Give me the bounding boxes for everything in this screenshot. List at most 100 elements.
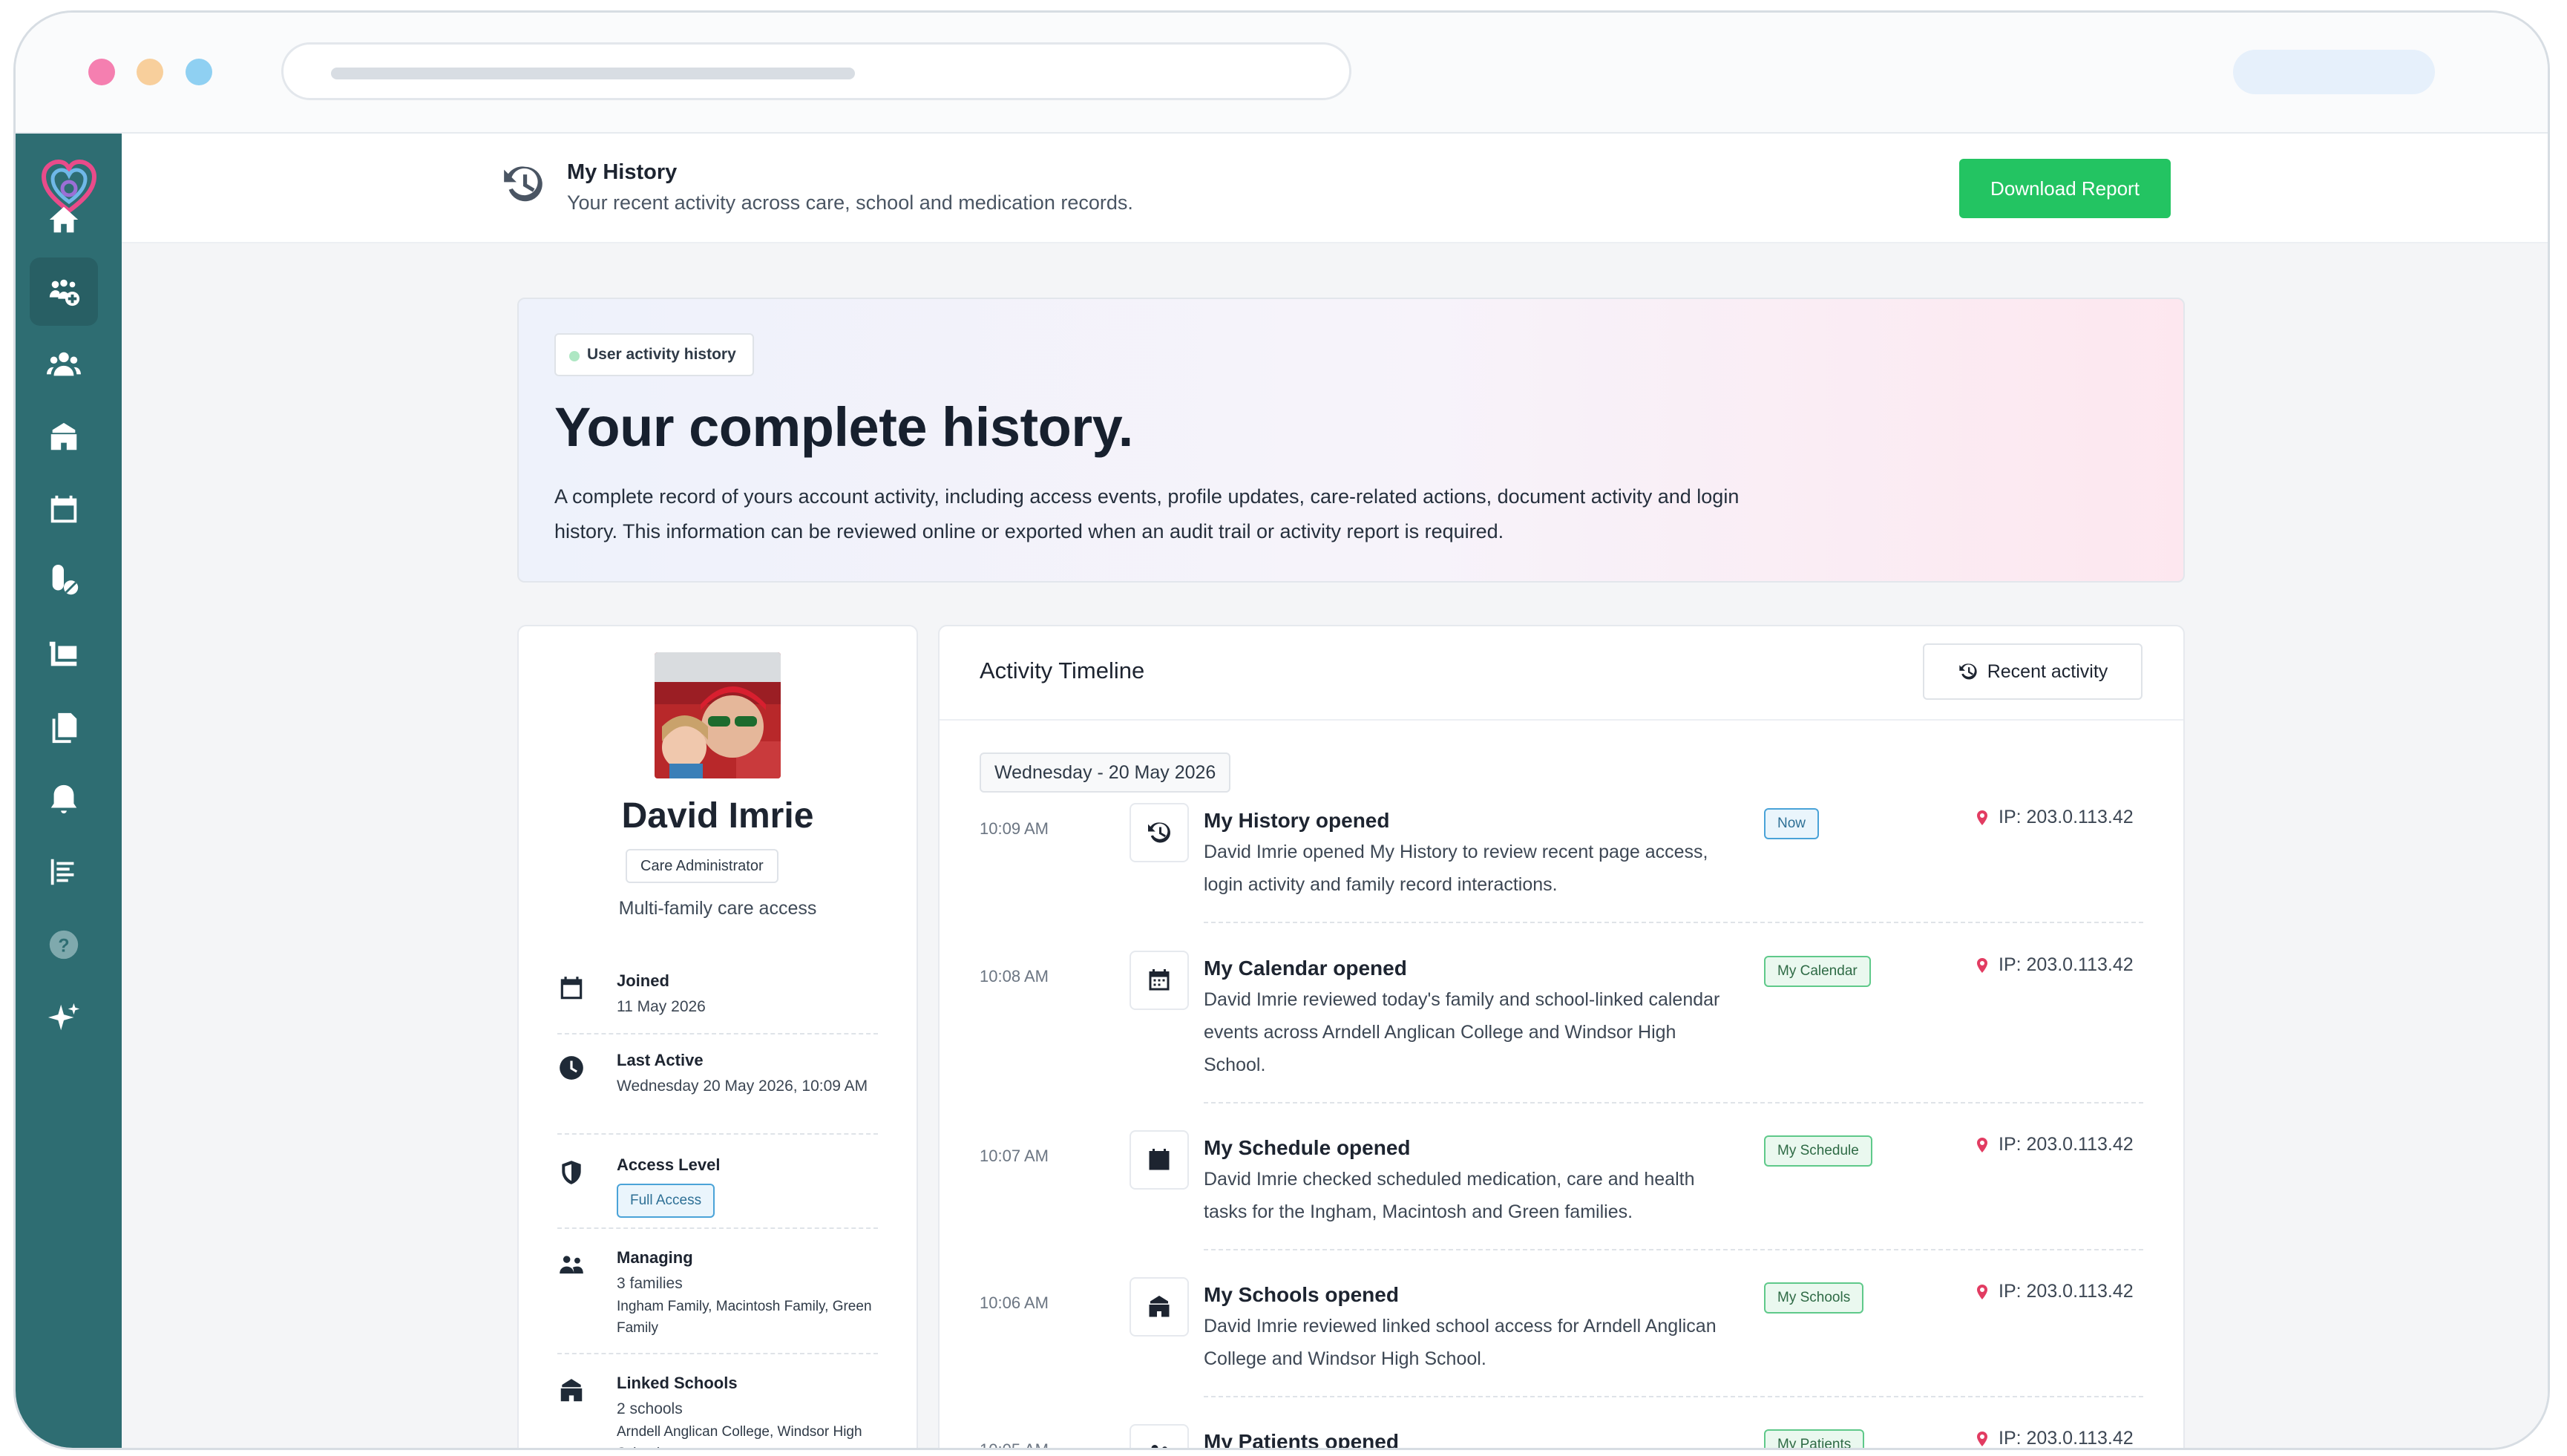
minimize-window-dot[interactable] <box>137 59 163 85</box>
activity-history-chip: User activity history <box>554 333 754 376</box>
documents-icon <box>52 712 77 744</box>
access-summary: Multi-family care access <box>618 898 817 919</box>
school-icon <box>557 1377 586 1405</box>
event-ip-text: IP: 203.0.113.42 <box>1999 1428 2134 1449</box>
clock-icon <box>557 1054 586 1082</box>
divider <box>557 1133 878 1135</box>
full-access-badge: Full Access <box>617 1184 715 1218</box>
linked-schools-row: Linked Schools 2 schools Arndell Anglica… <box>557 1374 878 1448</box>
history-icon <box>1959 663 1977 680</box>
managing-label: Managing <box>617 1248 693 1267</box>
download-report-button[interactable]: Download Report <box>1959 159 2171 218</box>
divider <box>557 1353 878 1354</box>
sidebar: ? <box>16 134 122 1448</box>
divider <box>557 1227 878 1229</box>
shield-icon <box>557 1158 586 1187</box>
event-divider <box>1204 1249 2143 1250</box>
main-content: User activity history Your complete hist… <box>122 243 2548 1450</box>
nav-home[interactable] <box>30 186 98 254</box>
page-title: My History <box>567 160 678 184</box>
event-tag: My Schools <box>1764 1282 1864 1314</box>
event-tag: Now <box>1764 808 1820 839</box>
nav-schools[interactable] <box>30 403 98 471</box>
nav-patients[interactable] <box>30 330 98 399</box>
event-ip: IP: 203.0.113.42 <box>1973 1134 2134 1155</box>
event-description: David Imrie reviewed linked school acces… <box>1204 1316 1717 1369</box>
families-icon <box>557 1251 586 1279</box>
recent-activity-label: Recent activity <box>1987 660 2108 682</box>
hero-description: A complete record of yours account activ… <box>554 485 1740 542</box>
nav-medication[interactable] <box>30 548 98 616</box>
page-header: My History Your recent activity across c… <box>122 134 2548 243</box>
event-title: My Calendar opened <box>1204 957 1407 980</box>
event-description: David Imrie opened My History to review … <box>1204 842 1708 895</box>
patients-icon <box>47 352 81 376</box>
nav-reports[interactable] <box>30 838 98 906</box>
event-title: My Patients opened <box>1204 1430 1399 1450</box>
event-time: 10:06 AM <box>980 1293 1049 1312</box>
maximize-window-dot[interactable] <box>186 59 212 85</box>
address-bar[interactable] <box>281 42 1351 100</box>
patients-icon <box>1130 1424 1189 1448</box>
date-label: Wednesday - 20 May 2026 <box>980 752 1231 793</box>
timeline-title: Activity Timeline <box>980 658 1145 683</box>
add-family-icon <box>49 279 80 306</box>
history-icon <box>1130 803 1189 862</box>
event-divider <box>1204 1102 2143 1104</box>
browser-window: ? My History Your recent activity across… <box>13 10 2550 1450</box>
last-active-row: Last Active Wednesday 20 May 2026, 10:09… <box>557 1051 878 1118</box>
event-tag: My Patients <box>1764 1429 1865 1448</box>
nav-help[interactable]: ? <box>30 911 98 979</box>
recent-activity-button[interactable]: Recent activity <box>1923 643 2143 700</box>
calendar-icon <box>50 495 77 523</box>
help-icon: ? <box>49 930 79 960</box>
schedule-icon <box>1130 1130 1189 1190</box>
page-subtitle: Your recent activity across care, school… <box>567 191 1133 214</box>
home-icon <box>49 206 79 233</box>
event-ip: IP: 203.0.113.42 <box>1973 807 2134 828</box>
profile-card: David Imrie Care Administrator Multi-fam… <box>517 625 918 1448</box>
event-ip-text: IP: 203.0.113.42 <box>1999 1134 2134 1155</box>
managing-row: Managing 3 families Ingham Family, Macin… <box>557 1248 878 1345</box>
event-ip-text: IP: 203.0.113.42 <box>1999 807 2134 827</box>
managing-value: 3 families <box>617 1275 683 1292</box>
event-ip-text: IP: 203.0.113.42 <box>1999 954 2134 975</box>
event-ip: IP: 203.0.113.42 <box>1973 954 2134 976</box>
event-ip: IP: 203.0.113.42 <box>1973 1281 2134 1302</box>
event-title: My History opened <box>1204 809 1390 832</box>
location-pin-icon <box>1977 957 1987 973</box>
nav-calendar[interactable] <box>30 476 98 544</box>
browser-action-pill[interactable] <box>2233 50 2435 94</box>
nav-families[interactable] <box>30 258 98 326</box>
location-pin-icon <box>1977 1284 1987 1299</box>
access-level-label: Access Level <box>617 1155 721 1174</box>
event-time: 10:05 AM <box>980 1440 1049 1450</box>
location-pin-icon <box>1977 1137 1987 1152</box>
joined-label: Joined <box>617 971 669 990</box>
hero-banner: User activity history Your complete hist… <box>517 298 2185 583</box>
timeline-header: Activity Timeline Recent activity <box>940 626 2183 721</box>
school-icon <box>50 422 77 450</box>
managing-families-list: Ingham Family, Macintosh Family, Green F… <box>617 1299 872 1336</box>
linked-schools-list: Arndell Anglican College, Windsor High S… <box>617 1424 862 1448</box>
hero-title: Your complete history. <box>554 396 1133 458</box>
event-tag: My Calendar <box>1764 956 1871 987</box>
nav-documents[interactable] <box>30 693 98 761</box>
svg-text:?: ? <box>58 936 69 957</box>
event-divider <box>1204 1396 2143 1397</box>
nav-notifications[interactable] <box>30 765 98 833</box>
linked-schools-value: 2 schools <box>617 1400 683 1417</box>
close-window-dot[interactable] <box>88 59 115 85</box>
location-pin-icon <box>1977 810 1987 825</box>
nav-orders[interactable] <box>30 620 98 689</box>
access-level-row: Access Level Full Access <box>557 1155 878 1222</box>
nav-ai[interactable] <box>30 983 98 1052</box>
pills-icon <box>52 565 79 595</box>
event-ip: IP: 203.0.113.42 <box>1973 1428 2134 1449</box>
event-time: 10:09 AM <box>980 819 1049 838</box>
linked-schools-label: Linked Schools <box>617 1374 738 1392</box>
event-tag: My Schedule <box>1764 1135 1872 1167</box>
location-pin-icon <box>1977 1431 1987 1446</box>
calendar-icon <box>557 974 586 1003</box>
event-description: David Imrie reviewed today's family and … <box>1204 989 1720 1075</box>
